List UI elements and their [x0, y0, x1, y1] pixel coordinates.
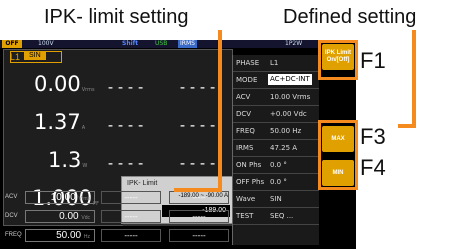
setting-row-acv: ACV 10.00 Vrms ----- -----	[3, 190, 231, 206]
setting-label: FREQ	[5, 232, 22, 238]
param-row[interactable]: Wave SIN	[233, 191, 319, 208]
softkey-highlight	[318, 120, 358, 190]
status-bar: OFF 100V Shift USB IRMS 1P2W	[0, 40, 318, 48]
output-status-badge: OFF	[2, 40, 22, 48]
setting-dash: -----	[101, 191, 161, 204]
setting-dash: -----	[101, 229, 161, 242]
param-row[interactable]: TEST SEQ ...	[233, 208, 319, 225]
param-row[interactable]: OFF Phs 0.0 °	[233, 174, 319, 191]
param-row[interactable]: DCV +0.00 Vdc	[233, 106, 319, 123]
shift-indicator: Shift	[122, 40, 139, 47]
f4-label: F4	[360, 155, 386, 180]
f3-label: F3	[360, 124, 386, 149]
param-row[interactable]: ON Phs 0.0 °	[233, 157, 319, 174]
reading-dash: ----	[106, 78, 147, 96]
reading-power: 1.3W	[48, 148, 88, 172]
reading-voltage: 0.00Vrms	[34, 72, 95, 96]
setting-value-freq[interactable]: 50.00 Hz	[25, 229, 95, 242]
waveform-badge: SIN	[24, 52, 46, 60]
callout-line	[218, 30, 222, 192]
softkey-highlight	[318, 40, 358, 80]
setting-row-dcv: DCV 0.00 Vdc ----- -----	[3, 209, 231, 225]
param-row[interactable]: FREQ 50.00 Hz	[233, 123, 319, 140]
setting-row-freq: FREQ 50.00 Hz ----- -----	[3, 228, 231, 244]
setting-dash: -----	[169, 210, 229, 223]
param-row[interactable]: MODE AC+DC-INT	[233, 72, 319, 89]
f1-label: F1	[360, 48, 386, 73]
reading-dash: ----	[106, 154, 147, 172]
callout-line	[398, 124, 416, 128]
device-screen: OFF 100V Shift USB IRMS 1P2W L1 SIN 0.00…	[0, 40, 356, 249]
setting-label: ACV	[5, 194, 18, 200]
usb-indicator: USB	[155, 40, 168, 47]
param-row[interactable]: ACV 10.00 Vrms	[233, 89, 319, 106]
setting-value-dcv[interactable]: 0.00 Vdc	[25, 210, 95, 223]
callout-line	[174, 188, 222, 192]
setting-value-acv[interactable]: 10.00 Vrms	[25, 191, 95, 204]
wiring-mode: 1P2W	[285, 40, 303, 47]
voltage-range: 100V	[38, 40, 54, 47]
param-row[interactable]: IRMS 47.25 A	[233, 140, 319, 157]
irms-indicator: IRMS	[178, 40, 197, 48]
setting-dash: -----	[169, 191, 229, 204]
setting-label: DCV	[5, 213, 18, 219]
callout-line	[412, 30, 416, 128]
reading-dash: ----	[178, 154, 219, 172]
defined-setting-callout: Defined setting	[283, 6, 417, 28]
setting-dash: -----	[101, 210, 161, 223]
reading-dash: ----	[106, 116, 147, 134]
phase-label: L1	[10, 52, 21, 62]
reading-dash: ----	[178, 116, 219, 134]
ipk-limit-callout: IPK- limit setting	[44, 6, 189, 28]
param-row[interactable]: PHASE L1	[233, 55, 319, 72]
dialog-title: IPK- Limit	[127, 180, 158, 187]
reading-dash: ----	[178, 78, 219, 96]
setting-dash: -----	[169, 229, 229, 242]
parameter-panel: PHASE L1 MODE AC+DC-INT ACV 10.00 Vrms DCV +…	[232, 55, 319, 245]
reading-current: 1.37A	[34, 110, 86, 134]
